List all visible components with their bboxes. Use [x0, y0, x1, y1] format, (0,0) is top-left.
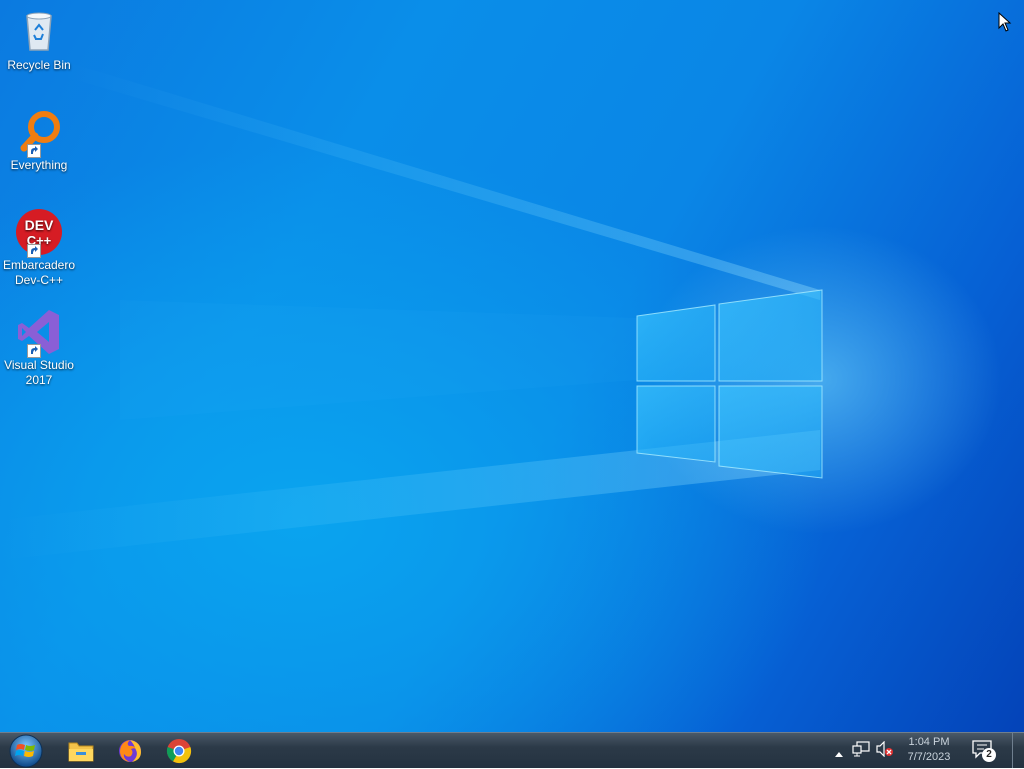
chevron-up-icon	[835, 752, 843, 757]
notification-count-badge: 2	[982, 748, 996, 762]
taskbar: 1:04 PM 7/7/2023 2	[0, 732, 1024, 768]
desktop-icon-label: Embarcadero Dev-C++	[2, 258, 76, 287]
start-button[interactable]	[4, 733, 48, 768]
volume-muted-icon	[876, 740, 893, 758]
taskbar-chrome-button[interactable]	[156, 733, 202, 768]
clock-date: 7/7/2023	[907, 751, 951, 763]
mouse-cursor-icon	[998, 12, 1012, 32]
desktop-icon-devcpp[interactable]: DEV C++ Embarcadero Dev-C++	[2, 208, 76, 288]
folder-icon	[68, 742, 94, 761]
shortcut-arrow-icon	[27, 244, 41, 258]
taskbar-clock[interactable]: 1:04 PM 7/7/2023	[900, 735, 958, 765]
chrome-icon	[166, 738, 192, 763]
desktop-icon-label: Recycle Bin	[7, 58, 71, 72]
show-desktop-button[interactable]	[1012, 733, 1024, 768]
recycle-bin-icon	[15, 8, 63, 56]
desktop-icon-recycle-bin[interactable]: Recycle Bin	[2, 8, 76, 73]
wallpaper-windows-logo	[0, 60, 823, 560]
network-icon	[852, 741, 870, 757]
shortcut-arrow-icon	[27, 344, 41, 358]
everything-search-icon	[15, 108, 63, 158]
volume-tray-button[interactable]	[876, 740, 894, 762]
show-hidden-icons-button[interactable]	[834, 745, 844, 763]
taskbar-firefox-button[interactable]	[107, 733, 153, 768]
desktop-icon-everything[interactable]: Everything	[2, 108, 76, 173]
devcpp-badge-top: DEV	[25, 217, 54, 233]
desktop[interactable]: Recycle Bin Everything DEV C++ Embarcade…	[0, 0, 1024, 732]
network-tray-button[interactable]	[852, 741, 870, 762]
desktop-icon-label: Visual Studio 2017	[4, 358, 74, 387]
clock-time: 1:04 PM	[908, 736, 950, 748]
windows-start-orb-icon	[9, 734, 43, 767]
visual-studio-icon	[15, 308, 63, 358]
firefox-icon	[119, 739, 141, 762]
devcpp-icon: DEV C++	[15, 208, 63, 258]
action-center-button[interactable]: 2	[966, 738, 1000, 764]
desktop-icon-visual-studio[interactable]: Visual Studio 2017	[2, 308, 76, 388]
taskbar-file-explorer-button[interactable]	[58, 733, 104, 768]
shortcut-arrow-icon	[27, 144, 41, 158]
desktop-icon-label: Everything	[10, 158, 68, 172]
